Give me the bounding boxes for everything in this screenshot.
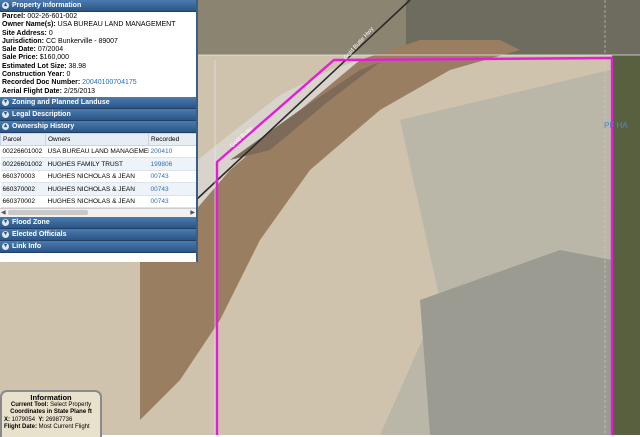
property-field: Sale Date: 07/2004 xyxy=(2,46,64,54)
table-cell: 660370002 xyxy=(0,195,46,209)
property-info-header[interactable]: ▴ Property Information xyxy=(0,0,196,12)
table-row[interactable]: 00226601002 HUGHES FAMILY TRUST 199806 xyxy=(0,157,196,171)
section-header-link-info[interactable]: ▾ Link Info xyxy=(0,241,196,254)
property-field: Estimated Lot Size: 38.98 xyxy=(2,62,87,70)
column-header[interactable]: Recorded xyxy=(148,132,196,146)
ownership-table: Parcel Owners Recorded 00226601002 USA BURE… xyxy=(0,132,196,209)
table-scrollbar[interactable]: ◀ ▶ xyxy=(0,208,196,218)
information-box: Information Current Tool: Select Propert… xyxy=(0,390,102,437)
scroll-thumb[interactable] xyxy=(8,210,88,216)
property-field: Recorded Doc Number: 20040100704175 xyxy=(2,79,137,87)
scroll-right-icon[interactable]: ▶ xyxy=(190,209,195,216)
field-value: 38.98 xyxy=(68,62,87,70)
property-field: Owner Name(s): USA BUREAU LAND MANAGEMEN… xyxy=(2,21,176,29)
field-area xyxy=(196,0,406,55)
expand-icon: ▾ xyxy=(2,110,9,118)
column-header[interactable]: Owners xyxy=(45,132,149,146)
flight-date: Most Current Flight xyxy=(38,424,90,430)
property-fields: Parcel: 002-26-601-002 Owner Name(s): USA… xyxy=(0,12,196,97)
expand-icon: ▾ xyxy=(2,243,9,251)
scroll-left-icon[interactable]: ◀ xyxy=(1,209,6,216)
section-header-zoning[interactable]: ▾ Zoning and Planned Landuse xyxy=(0,96,196,109)
section-header-elected-officials[interactable]: ▾ Elected Officials xyxy=(0,229,196,242)
column-header[interactable]: Parcel xyxy=(0,132,46,146)
property-field: Jurisdiction: CC Bunkerville - 89007 xyxy=(2,37,118,45)
table-cell: HUGHES FAMILY TRUST xyxy=(45,157,149,171)
table-row[interactable]: 660370003 HUGHES NICHOLAS & JEAN 00743 xyxy=(0,170,196,184)
field-value: 2/25/2013 xyxy=(63,87,96,95)
collapse-icon: ▴ xyxy=(2,2,9,9)
map-edge-label: PF HA xyxy=(604,121,628,130)
expand-icon: ▾ xyxy=(2,231,9,239)
field-value: 0 xyxy=(66,71,71,79)
property-panel: ▴ Property Information Parcel: 002-26-60… xyxy=(0,0,198,262)
section-header-legal-description[interactable]: ▾ Legal Description xyxy=(0,108,196,121)
field-value: USA BUREAU LAND MANAGEMENT xyxy=(57,21,176,29)
table-row[interactable]: 00226601002 USA BUREAU LAND MANAGEMENT 200… xyxy=(0,145,196,159)
expand-icon: ▴ xyxy=(2,122,9,130)
field-value: CC Bunkerville - 89007 xyxy=(45,37,118,45)
table-cell[interactable]: 00743 xyxy=(148,182,196,196)
table-cell: 660370003 xyxy=(0,170,46,184)
table-cell: USA BUREAU LAND MANAGEMENT xyxy=(45,145,149,159)
table-cell: 00226601002 xyxy=(0,145,46,159)
table-cell: 00226601002 xyxy=(0,157,46,171)
property-field: Sale Price: $160,000 xyxy=(2,54,69,62)
table-row[interactable]: 660370002 HUGHES NICHOLAS & JEAN 00743 xyxy=(0,182,196,196)
property-field: Construction Year: 0 xyxy=(2,71,71,79)
table-cell[interactable]: 200410 xyxy=(148,145,196,159)
y-coord: 26987736 xyxy=(45,416,73,423)
field-value[interactable]: 20040100704175 xyxy=(82,79,137,86)
vegetation-strip xyxy=(612,55,640,435)
table-cell: HUGHES NICHOLAS & JEAN xyxy=(45,195,149,209)
table-cell[interactable]: 00743 xyxy=(148,170,196,184)
expand-icon: ▾ xyxy=(2,219,9,227)
property-field: Site Address: 0 xyxy=(2,29,53,37)
field-value: 07/2004 xyxy=(37,46,64,54)
table-cell: 660370002 xyxy=(0,182,46,196)
table-cell[interactable]: 199806 xyxy=(148,157,196,171)
table-cell: HUGHES NICHOLAS & JEAN xyxy=(45,182,149,196)
info-title: Information xyxy=(30,393,72,402)
current-tool: Select Property xyxy=(50,401,92,408)
property-field: Aerial Flight Date: 2/25/2013 xyxy=(2,87,96,95)
table-row[interactable]: 660370002 HUGHES NICHOLAS & JEAN 00743 xyxy=(0,195,196,209)
field-value: $160,000 xyxy=(39,54,69,62)
section-header-ownership-history[interactable]: ▴ Ownership History xyxy=(0,120,196,133)
expand-icon: ▾ xyxy=(2,98,9,106)
property-field: Parcel: 002-26-601-002 xyxy=(2,13,78,20)
field-value: 002-26-601-002 xyxy=(27,13,78,20)
table-cell: HUGHES NICHOLAS & JEAN xyxy=(45,170,149,184)
x-coord: 1079054 xyxy=(11,416,36,423)
section-header-flood-zone[interactable]: ▾ Flood Zone xyxy=(0,217,196,230)
coords-title: Coordinates in State Plane ft xyxy=(10,409,92,415)
table-cell[interactable]: 00743 xyxy=(148,195,196,209)
field-value: 0 xyxy=(48,29,53,37)
